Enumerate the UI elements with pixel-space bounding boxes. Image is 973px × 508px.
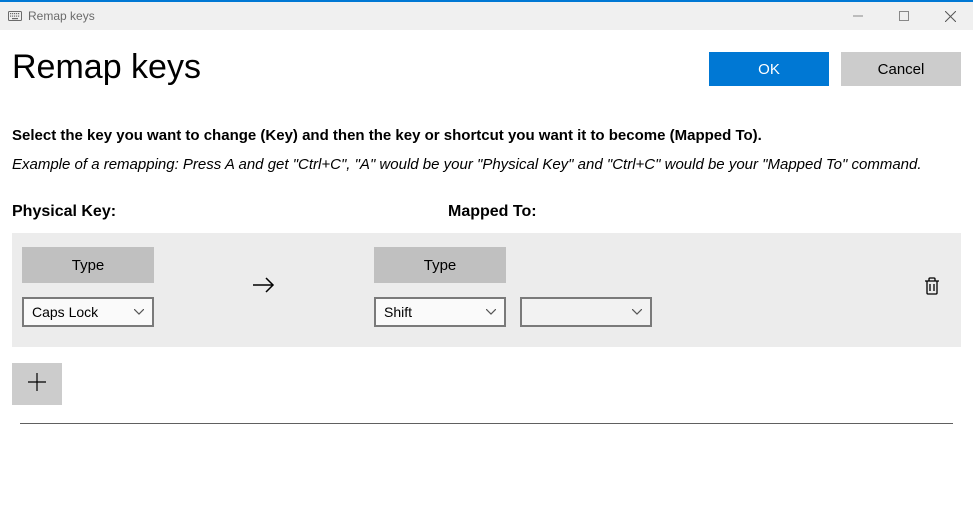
chevron-down-icon [632,306,642,318]
close-button[interactable] [927,1,973,31]
maximize-button[interactable] [881,1,927,31]
mapped-key-select-2[interactable] [520,297,652,327]
mapped-type-button[interactable]: Type [374,247,506,283]
plus-icon [26,369,48,400]
chevron-down-icon [134,306,144,318]
mapped-to-header: Mapped To: [448,203,961,221]
divider [20,423,953,424]
minimize-button[interactable] [835,1,881,31]
physical-key-header: Physical Key: [12,203,448,221]
window-title: Remap keys [28,9,95,23]
page-title: Remap keys [12,48,709,87]
mapped-key-select-1[interactable]: Shift [374,297,506,327]
physical-key-select[interactable]: Caps Lock [22,297,154,327]
trash-icon [923,284,941,299]
instructions-text: Select the key you want to change (Key) … [12,127,961,144]
mapped-key-value-1: Shift [384,304,486,320]
mapping-row: Type Caps Lock Type Shift [12,233,961,347]
ok-button[interactable]: OK [709,52,829,86]
example-text: Example of a remapping: Press A and get … [12,154,961,175]
chevron-down-icon [486,306,496,318]
cancel-button[interactable]: Cancel [841,52,961,86]
physical-type-button[interactable]: Type [22,247,154,283]
add-mapping-button[interactable] [12,363,62,405]
physical-key-value: Caps Lock [32,304,134,320]
arrow-right-icon [251,272,277,303]
window-controls [835,1,973,31]
keyboard-icon [8,11,22,21]
delete-row-button[interactable] [919,272,945,303]
titlebar: Remap keys [0,0,973,30]
